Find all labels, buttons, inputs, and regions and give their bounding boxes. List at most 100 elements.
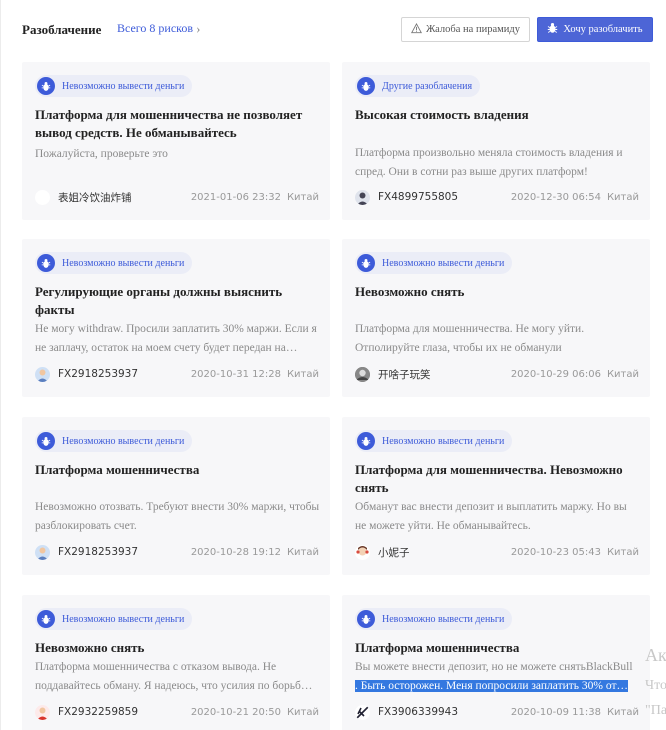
- avatar: [35, 544, 50, 560]
- total-risks-link[interactable]: Всего 8 рисков ›: [117, 21, 200, 36]
- bug-icon: [37, 77, 55, 95]
- card-meta: 2020-10-21 20:50 Китай: [191, 707, 319, 718]
- page-header: Разоблачение Всего 8 рисков › Жалоба на …: [22, 14, 653, 44]
- avatar: [355, 544, 370, 560]
- card-meta: 2020-10-23 05:43 Китай: [511, 547, 639, 558]
- card-body: Обманут вас внести депозит и выплатить м…: [355, 501, 627, 532]
- card-meta: 2020-10-31 12:28 Китай: [191, 369, 319, 380]
- card-meta: 2020-10-28 19:12 Китай: [191, 547, 319, 558]
- avatar: [35, 366, 50, 382]
- exposure-card[interactable]: Невозможно вывести деньги Невозможно сня…: [342, 239, 650, 397]
- author-name: 表姐冷饮油炸铺: [58, 191, 132, 204]
- category-badge: Невозможно вывести деньги: [355, 252, 513, 274]
- avatar: [355, 704, 370, 720]
- card-body: Пожалуйста, проверьте это: [35, 148, 168, 160]
- complain-pyramid-button[interactable]: Жалоба на пирамиду: [401, 17, 530, 42]
- exposure-card[interactable]: Невозможно вывести деньги Платформа для …: [342, 417, 650, 575]
- category-label: Невозможно вывести деньги: [382, 435, 505, 447]
- card-footer: FX3906339943 2020-10-09 11:38 Китай: [355, 704, 639, 720]
- card-footer: 小妮子 2020-10-23 05:43 Китай: [355, 544, 639, 560]
- avatar: [355, 189, 370, 205]
- category-label: Невозможно вывести деньги: [62, 257, 185, 269]
- avatar: [35, 704, 50, 720]
- card-title[interactable]: Регулирующие органы должны выяснить факт…: [35, 283, 320, 319]
- card-body: Невозможно отозвать. Требуют внести 30% …: [35, 501, 320, 532]
- card-footer: 表姐冷饮油炸铺 2021-01-06 23:32 Китай: [35, 189, 319, 205]
- post-region: Китай: [286, 368, 319, 380]
- post-region: Китай: [286, 706, 319, 718]
- post-date: 2020-10-21 20:50: [190, 706, 281, 718]
- exposure-card[interactable]: Невозможно вывести деньги Платформа для …: [22, 62, 330, 220]
- bug-icon: [357, 254, 375, 272]
- card-body: Платформа произвольно меняла стоимость в…: [355, 147, 623, 178]
- author-name: 开啥子玩笑: [378, 368, 431, 381]
- post-region: Китай: [286, 191, 319, 203]
- card-title[interactable]: Высокая стоимость владения: [355, 106, 640, 124]
- page-left-border: [0, 0, 1, 730]
- category-badge: Невозможно вывести деньги: [355, 430, 513, 452]
- category-badge: Невозможно вывести деньги: [355, 608, 513, 630]
- category-label: Невозможно вывести деньги: [382, 613, 505, 625]
- card-meta: 2020-12-30 06:54 Китай: [511, 192, 639, 203]
- avatar: [355, 366, 370, 382]
- card-meta: 2020-10-09 11:38 Китай: [511, 707, 639, 718]
- selected-text: . Быть осторожен. Меня попросили заплати…: [355, 680, 628, 692]
- total-risks-label: Всего 8 рисков: [117, 21, 194, 35]
- post-region: Китай: [606, 368, 639, 380]
- category-badge: Невозможно вывести деньги: [35, 252, 193, 274]
- exposure-card[interactable]: Другие разоблачения Высокая стоимость вл…: [342, 62, 650, 220]
- exposure-card[interactable]: Невозможно вывести деньги Невозможно сня…: [22, 595, 330, 730]
- bug-icon: [37, 432, 55, 450]
- card-body: Платформа для мошенничества. Не могу уйт…: [355, 323, 585, 354]
- card-body: Платформа мошенничества с отказом вывода…: [35, 661, 313, 692]
- card-title[interactable]: Невозможно снять: [355, 283, 640, 301]
- exposure-card[interactable]: Невозможно вывести деньги Платформа моше…: [22, 417, 330, 575]
- bug-icon: [357, 610, 375, 628]
- card-footer: FX2932259859 2020-10-21 20:50 Китай: [35, 704, 319, 720]
- card-title[interactable]: Платформа для мошенничества. Невозможно …: [355, 461, 640, 497]
- author-name: FX2918253937: [58, 368, 139, 380]
- card-body: Не могу withdraw. Просили заплатить 30% …: [35, 323, 317, 354]
- card-meta: 2021-01-06 23:32 Китай: [191, 192, 319, 203]
- post-date: 2020-10-29 06:06: [510, 368, 601, 380]
- expose-label: Хочу разоблачить: [563, 24, 643, 35]
- exposure-card[interactable]: Невозможно вывести деньги Регулирующие о…: [22, 239, 330, 397]
- author-name: FX2918253937: [58, 546, 139, 558]
- expose-button[interactable]: Хочу разоблачить: [537, 17, 653, 42]
- bug-icon: [357, 77, 375, 95]
- exposure-card[interactable]: Невозможно вывести деньги Платформа моше…: [342, 595, 650, 730]
- author-name: 小妮子: [378, 546, 410, 559]
- page-title: Разоблачение: [22, 22, 102, 37]
- complain-pyramid-label: Жалоба на пирамиду: [426, 24, 520, 35]
- overlay-text-line: Что: [645, 678, 666, 693]
- overlay-text-line: "Па: [645, 703, 666, 718]
- author-name: FX2932259859: [58, 706, 139, 718]
- overlay-text-line: Ак: [645, 645, 666, 665]
- post-date: 2020-10-09 11:38: [510, 706, 601, 718]
- category-badge: Невозможно вывести деньги: [35, 430, 193, 452]
- post-date: 2020-12-30 06:54: [510, 191, 601, 203]
- chevron-right-icon: ›: [196, 21, 201, 36]
- card-body: Вы можете внести депозит, но не можете с…: [355, 658, 640, 696]
- author-name: FX4899755805: [378, 191, 459, 203]
- card-body-line: Вы можете внести депозит, но не можете с…: [355, 661, 633, 673]
- card-title[interactable]: Платформа мошенничества: [35, 461, 320, 479]
- card-footer: FX2918253937 2020-10-28 19:12 Китай: [35, 544, 319, 560]
- category-label: Другие разоблачения: [382, 80, 473, 92]
- category-label: Невозможно вывести деньги: [62, 613, 185, 625]
- category-badge: Другие разоблачения: [355, 75, 481, 97]
- author-name: FX3906339943: [378, 706, 459, 718]
- card-title[interactable]: Невозможно снять: [35, 639, 320, 657]
- category-badge: Невозможно вывести деньги: [35, 608, 193, 630]
- card-footer: FX4899755805 2020-12-30 06:54 Китай: [355, 189, 639, 205]
- post-region: Китай: [606, 706, 639, 718]
- card-title[interactable]: Платформа для мошенничества не позволяет…: [35, 106, 320, 142]
- bug-icon: [37, 254, 55, 272]
- bug-icon: [37, 610, 55, 628]
- post-region: Китай: [606, 191, 639, 203]
- post-region: Китай: [606, 546, 639, 558]
- category-label: Невозможно вывести деньги: [62, 80, 185, 92]
- warning-icon: [410, 22, 423, 37]
- card-footer: FX2918253937 2020-10-31 12:28 Китай: [35, 366, 319, 382]
- card-title[interactable]: Платформа мошенничества: [355, 639, 640, 657]
